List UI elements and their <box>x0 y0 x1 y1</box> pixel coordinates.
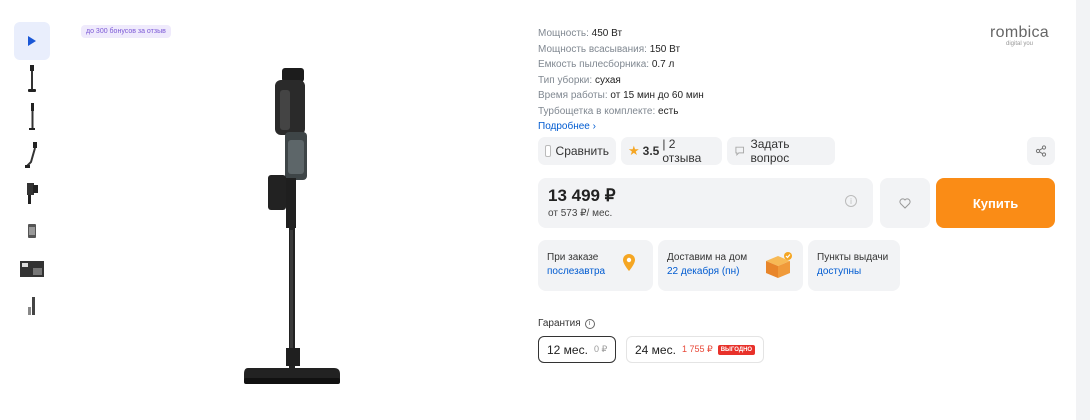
info-icon[interactable]: i <box>845 195 857 207</box>
compare-checkbox[interactable] <box>545 145 551 157</box>
brand-name: rombica <box>990 24 1050 41</box>
share-icon <box>1035 145 1047 157</box>
star-icon: ★ <box>628 143 640 158</box>
dustbin-icon <box>28 224 36 238</box>
spec-row: Емкость пылесборника: 0.7 л <box>538 59 675 70</box>
delivery-card-order[interactable]: При заказе послезавтра <box>538 240 653 291</box>
spec-row: Тип уборки: сухая <box>538 74 621 86</box>
kit-icon <box>20 261 44 277</box>
delivery-card-home[interactable]: Доставим на дом 22 декабря (пн) <box>658 240 803 291</box>
thumbnail-video[interactable] <box>14 22 50 60</box>
ask-question-button[interactable]: Задать вопрос <box>727 137 835 165</box>
product-card: до 300 бонусов за отзыв Мощность: 450 Вт… <box>0 0 1076 420</box>
installment-text[interactable]: от 573 ₽/ мес. <box>548 208 612 219</box>
location-pin-icon <box>623 254 635 271</box>
thumbnail-strip <box>14 22 50 326</box>
price-value: 13 499 ₽ <box>548 186 616 205</box>
spec-list: Мощность: 450 Вт Мощность всасывания: 15… <box>538 26 704 135</box>
warranty-option-24[interactable]: 24 мес. 1 755 ₽ ВЫГОДНО <box>626 336 765 363</box>
thumbnail-side[interactable] <box>14 98 50 136</box>
package-icon <box>766 252 792 278</box>
favorite-button[interactable] <box>880 178 930 228</box>
rating-button[interactable]: ★ 3.5 | 2 отзыва <box>621 137 722 165</box>
warranty-info-icon[interactable]: i <box>584 318 595 329</box>
spec-row: Мощность всасывания: 150 Вт <box>538 43 681 55</box>
vacuum-side-icon <box>29 103 35 130</box>
delivery-card-pickup[interactable]: Пункты выдачи доступны <box>808 240 900 291</box>
spec-row: Турбощетка в комплекте: есть <box>538 105 679 117</box>
play-icon <box>28 36 36 46</box>
thumbnail-dustbin[interactable] <box>14 212 50 250</box>
thumbnail-front[interactable] <box>14 60 50 98</box>
vacuum-front-icon <box>28 65 36 92</box>
thumbnail-handheld[interactable] <box>14 174 50 212</box>
thumbnail-kit[interactable] <box>14 250 50 288</box>
spec-row: Время работы: от 15 мин до 60 мин <box>538 90 704 101</box>
buy-button[interactable]: Купить <box>936 178 1055 228</box>
spec-row: Мощность: 450 Вт <box>538 28 623 39</box>
thumbnail-angled[interactable] <box>14 136 50 174</box>
price-box: 13 499 ₽ от 573 ₽/ мес. i <box>538 178 873 228</box>
bonus-badge: до 300 бонусов за отзыв <box>81 25 171 38</box>
warranty-option-12[interactable]: 12 мес. 0 ₽ <box>538 336 617 363</box>
profitable-badge: ВЫГОДНО <box>717 344 756 355</box>
warranty-label: Гарантия i <box>538 318 595 329</box>
chat-icon <box>735 146 745 156</box>
brand-logo[interactable]: rombica digital you <box>990 24 1049 47</box>
vacuum-handheld-icon <box>27 183 38 204</box>
heart-icon <box>899 197 911 209</box>
compare-button[interactable]: Сравнить <box>538 137 616 165</box>
product-image[interactable] <box>230 60 360 400</box>
page-gutter <box>1076 0 1090 420</box>
more-link[interactable]: Подробнее › <box>538 119 704 135</box>
accessories-icon <box>28 297 35 315</box>
share-button[interactable] <box>1027 137 1055 165</box>
thumbnail-accessories[interactable] <box>14 288 50 326</box>
vacuum-angled-icon <box>25 142 37 168</box>
